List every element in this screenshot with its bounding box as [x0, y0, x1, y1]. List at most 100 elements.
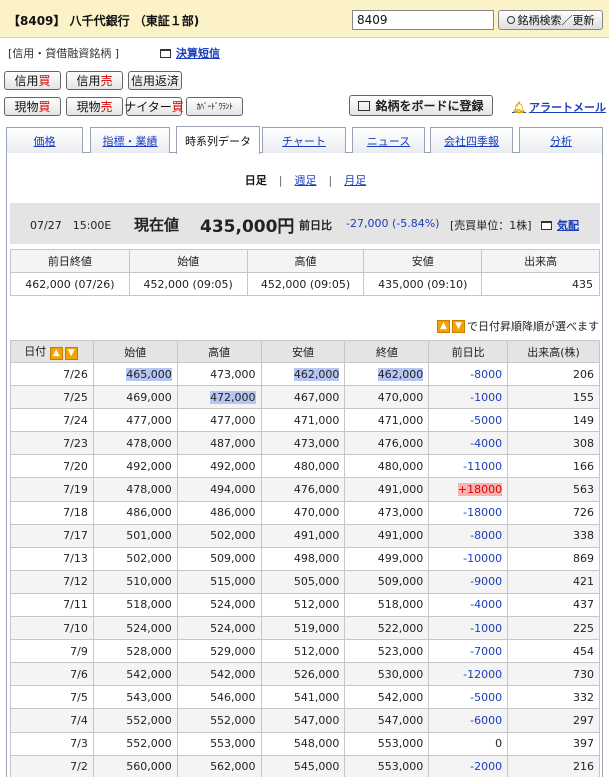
cash-buy-button[interactable]: 現物買	[4, 97, 61, 116]
night-buy-label: ナイター	[124, 100, 172, 114]
cell-value: -10000	[463, 552, 503, 566]
sell-mark: 売	[100, 100, 113, 114]
period-weekly-link[interactable]: 週足	[295, 172, 317, 188]
cash-sell-button[interactable]: 現物売	[66, 97, 123, 116]
cell-value: 7/9	[70, 644, 88, 658]
table-cell: 471,000	[344, 408, 430, 433]
cell-value: 542,000	[210, 667, 256, 681]
cell-value: 7/11	[63, 598, 88, 612]
table-row: 7/6 542,000 542,000 526,000 530,000 -12000 730	[10, 662, 600, 687]
history-header: 高値	[176, 340, 262, 363]
margin-repay-button[interactable]: 信用返済	[128, 71, 182, 90]
table-cell: 519,000	[260, 616, 346, 641]
tab-analysis[interactable]: 分析	[519, 127, 603, 153]
cell-value: -8000	[470, 529, 503, 543]
table-cell: 478,000	[92, 431, 178, 456]
cell-value: 553,000	[377, 737, 424, 751]
table-cell: 499,000	[344, 546, 430, 571]
kessan-link-label: 決算短信	[176, 47, 220, 60]
kessan-link[interactable]: 決算短信	[160, 45, 220, 61]
cell-value: 477,000	[210, 413, 256, 427]
tab-timeseries[interactable]: 時系列データ	[176, 126, 260, 154]
cell-value: 492,000	[126, 459, 172, 473]
table-cell: 541,000	[260, 685, 346, 710]
tab-price[interactable]: 価格	[6, 127, 83, 153]
table-cell: 462,000	[344, 361, 430, 387]
tab-bar: 価格 指標・業績 時系列データ チャート ニュース 会社四季報 分析	[6, 125, 603, 154]
table-cell: 524,000	[176, 592, 262, 618]
table-cell: 7/25	[10, 385, 94, 410]
sort-down-icon[interactable]: ▼	[64, 347, 78, 360]
alert-mail-link[interactable]: 🔔︎ アラートメール	[512, 99, 606, 115]
cell-value: 338	[573, 529, 594, 543]
table-cell: 7/9	[10, 639, 94, 664]
table-cell: -2000	[428, 754, 509, 777]
cell-value: 473,000	[210, 367, 256, 381]
margin-sell-button[interactable]: 信用売	[66, 71, 123, 90]
quote-link[interactable]: 気配	[541, 217, 579, 233]
cell-value: 547,000	[293, 713, 340, 727]
cell-value: 528,000	[126, 644, 172, 658]
price-change: -27,000 (-5.84%)	[346, 217, 440, 230]
table-row: 7/17 501,000 502,000 491,000 491,000 -8000 338	[10, 523, 600, 548]
cell-value: 437	[573, 598, 594, 612]
sort-note: ▲ ▼ で日付昇順降順が選べます	[437, 318, 599, 334]
cell-value: 502,000	[210, 529, 256, 543]
cell-value: 560,000	[126, 760, 172, 774]
table-cell: 473,000	[176, 361, 262, 387]
table-cell: 7/17	[10, 523, 94, 548]
table-row: 7/11 518,000 524,000 512,000 518,000 -4000 437	[10, 592, 600, 618]
top-bar: 【8409】 八千代銀行 （東証１部) 銘柄検索／更新	[0, 0, 609, 38]
covered-warrant-button[interactable]: ｶﾊﾞｰﾄﾞﾜﾗﾝﾄ	[186, 97, 243, 116]
cash-sell-label: 現物	[76, 100, 101, 114]
cell-value: 206	[573, 367, 594, 381]
board-register-button[interactable]: 銘柄をボードに登録	[349, 95, 493, 116]
current-price-label: 現在値	[134, 216, 180, 234]
cell-value: 509,000	[210, 552, 256, 566]
table-cell: 297	[507, 708, 600, 733]
history-header: 出来高(株)	[507, 340, 600, 363]
tab-indicators[interactable]: 指標・業績	[90, 127, 170, 153]
sort-up-icon[interactable]: ▲	[49, 347, 63, 360]
table-cell: 522,000	[344, 616, 430, 641]
cell-value: 552,000	[126, 737, 172, 751]
period-selector: 日足 | 週足 | 月足	[7, 172, 604, 188]
tab-chart[interactable]: チャート	[262, 127, 346, 153]
cell-value: 510,000	[126, 575, 172, 589]
margin-buy-button[interactable]: 信用買	[4, 71, 61, 90]
cell-value: -12000	[463, 667, 503, 681]
sort-up-icon[interactable]: ▲	[437, 319, 450, 333]
cell-value: 476,000	[293, 483, 340, 497]
table-cell: -1000	[428, 616, 509, 641]
table-cell: 480,000	[260, 454, 346, 479]
table-cell: 7/12	[10, 569, 94, 594]
cell-value: 7/13	[63, 552, 88, 566]
tab-news[interactable]: ニュース	[352, 127, 425, 153]
period-monthly-link[interactable]: 月足	[344, 172, 366, 188]
cell-value: 523,000	[377, 644, 424, 658]
table-cell: 491,000	[344, 523, 430, 548]
cell-value: 467,000	[293, 390, 340, 404]
cell-value: 543,000	[126, 690, 172, 704]
table-cell: 149	[507, 408, 600, 433]
table-cell: 502,000	[176, 523, 262, 548]
tab-shikiho[interactable]: 会社四季報	[430, 127, 513, 153]
cell-value: 7/24	[63, 413, 88, 427]
table-cell: +18000	[428, 477, 509, 502]
table-row: 7/18 486,000 486,000 470,000 473,000 -18000 72…	[10, 500, 600, 525]
table-cell: 7/10	[10, 616, 94, 641]
table-cell: 869	[507, 546, 600, 571]
sort-down-icon[interactable]: ▼	[452, 319, 465, 333]
history-header: 終値	[344, 340, 430, 363]
cell-value: 476,000	[377, 436, 424, 450]
stock-code-input[interactable]	[352, 10, 494, 30]
table-cell: 478,000	[92, 477, 178, 502]
cell-value: 155	[573, 390, 594, 404]
table-cell: 7/6	[10, 662, 94, 687]
cell-value: 552,000	[210, 713, 256, 727]
cell-value: 470,000	[377, 390, 424, 404]
night-buy-button[interactable]: ナイター買	[124, 97, 184, 116]
cell-value: 7/12	[63, 575, 88, 589]
cell-value: 526,000	[293, 667, 340, 681]
search-update-button[interactable]: 銘柄検索／更新	[498, 10, 603, 30]
